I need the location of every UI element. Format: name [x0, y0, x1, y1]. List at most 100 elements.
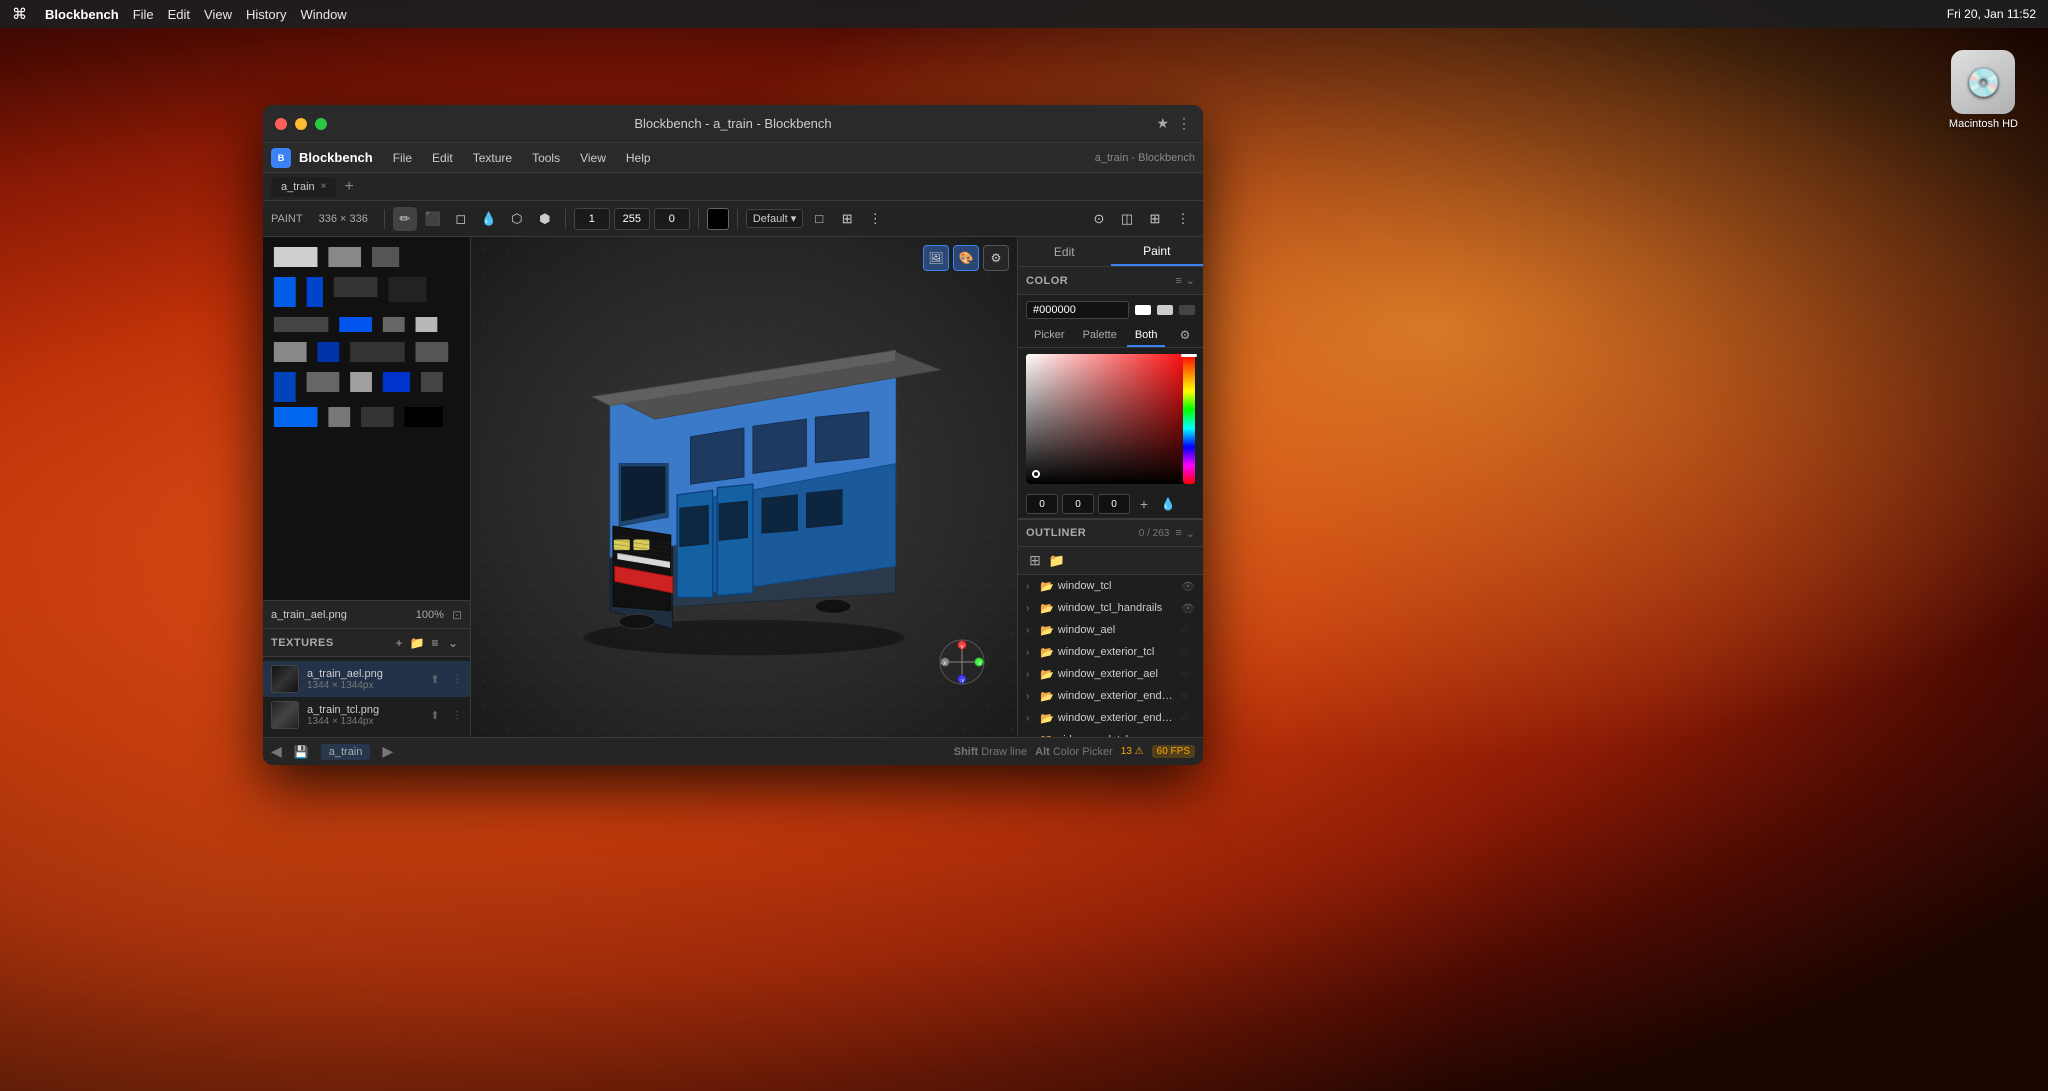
outliner-item-window-exterior-tcl[interactable]: › 📂 window_exterior_tcl ◌	[1018, 641, 1203, 663]
texture-more-tcl[interactable]: ⋮	[452, 710, 462, 721]
tool-eraser-button[interactable]: ◻	[449, 207, 473, 231]
tool-fill-button[interactable]: ⬛	[421, 207, 445, 231]
color-gradient-picker[interactable]	[1026, 354, 1195, 484]
mode-dropdown[interactable]: Default ▾	[746, 209, 803, 228]
visibility-icon[interactable]: ◌	[1181, 712, 1195, 724]
color-tab-palette[interactable]: Palette	[1075, 325, 1125, 347]
outliner-add-button[interactable]: ⊞	[1026, 552, 1044, 570]
color-swatch-gray[interactable]	[1157, 305, 1173, 315]
texture-action-tcl[interactable]: ⬆	[426, 706, 444, 724]
app-menu-tools[interactable]: Tools	[524, 149, 568, 167]
outliner-item-window-tcl-handrails[interactable]: › 📂 window_tcl_handrails 👁	[1018, 597, 1203, 619]
right-tab-edit[interactable]: Edit	[1018, 237, 1111, 266]
visibility-icon[interactable]: ◌	[1181, 624, 1195, 636]
tab-a-train[interactable]: a_train ×	[271, 177, 336, 197]
outliner-item-window-exterior-end-ael[interactable]: › 📂 window_exterior_end_ael ◌	[1018, 707, 1203, 729]
texture-action-ael[interactable]: ⬆	[426, 670, 444, 688]
texture-fit-button[interactable]: ⊡	[452, 608, 462, 622]
menubar-view[interactable]: View	[204, 7, 232, 22]
menubar-file[interactable]: File	[133, 7, 154, 22]
outliner-menu[interactable]: ≡	[1175, 527, 1181, 539]
visibility-icon[interactable]: ◌	[1181, 668, 1195, 680]
visibility-icon[interactable]: 👁	[1181, 602, 1195, 615]
tool-pencil-button[interactable]: ✏	[393, 207, 417, 231]
window-star-icon[interactable]: ★	[1156, 115, 1169, 132]
color-b-input[interactable]	[1098, 494, 1130, 514]
uv-mode-button[interactable]: □	[807, 207, 831, 231]
more-button[interactable]: ⋮	[863, 207, 887, 231]
app-menu-texture[interactable]: Texture	[465, 149, 520, 167]
outliner-item-window-tcl[interactable]: › 📂 window_tcl 👁	[1018, 575, 1203, 597]
color-tab-picker[interactable]: Picker	[1026, 325, 1073, 347]
outliner-item-window-exterior-ael[interactable]: › 📂 window_exterior_ael ◌	[1018, 663, 1203, 685]
window-close-button[interactable]	[275, 118, 287, 130]
color-picker-area[interactable]	[1018, 348, 1203, 490]
app-menu-file[interactable]: File	[385, 149, 420, 167]
color-gear-button[interactable]: ⚙	[1175, 325, 1195, 345]
app-menu-view[interactable]: View	[572, 149, 614, 167]
viewport-settings[interactable]: ⚙	[983, 245, 1009, 271]
tool-dropper-button[interactable]: 💧	[477, 207, 501, 231]
brush-softness-input[interactable]	[654, 208, 690, 230]
window-maximize-button[interactable]	[315, 118, 327, 130]
visibility-icon[interactable]: ◌	[1181, 646, 1195, 658]
tab-close-button[interactable]: ×	[321, 181, 327, 192]
outliner-collapse[interactable]: ⌄	[1186, 527, 1195, 540]
color-add-swatch-button[interactable]: +	[1134, 494, 1154, 514]
tool-mask-button[interactable]: ⬢	[533, 207, 557, 231]
desktop-icon-macintosh-hd[interactable]: 💿 Macintosh HD	[1949, 50, 2018, 130]
color-hex-input[interactable]	[1026, 301, 1129, 319]
brush-opacity-input[interactable]	[614, 208, 650, 230]
texture-canvas[interactable]	[263, 237, 470, 600]
tool-smear-button[interactable]: ⬡	[505, 207, 529, 231]
right-tab-paint[interactable]: Paint	[1111, 237, 1204, 266]
color-swatch-dark[interactable]	[1179, 305, 1195, 315]
viewport-nav-gizmo[interactable]: Y X -Y -X	[937, 637, 987, 687]
viewport-mode-paint[interactable]: 🎨	[953, 245, 979, 271]
textures-folder-button[interactable]: 📁	[408, 634, 426, 652]
app-menu-edit[interactable]: Edit	[424, 149, 461, 167]
color-r-input[interactable]	[1026, 494, 1058, 514]
apple-menu-icon[interactable]: ⌘	[12, 5, 27, 23]
texture-item-tcl[interactable]: a_train_tcl.png 1344 × 1344px ⬆ ⋮	[263, 697, 470, 733]
tab-add-button[interactable]: +	[340, 178, 357, 196]
color-hue-slider[interactable]	[1183, 354, 1195, 484]
menubar-history[interactable]: History	[246, 7, 286, 22]
outliner-folder-add-button[interactable]: 📁	[1048, 552, 1066, 570]
visibility-icon[interactable]: 👁	[1181, 580, 1195, 593]
color-swatch-button[interactable]	[707, 208, 729, 230]
color-gradient-container[interactable]	[1026, 354, 1195, 484]
viewport-mode-texture[interactable]: 🖼	[923, 245, 949, 271]
textures-menu-button[interactable]: ≡	[426, 634, 444, 652]
color-panel-menu[interactable]: ≡	[1175, 275, 1181, 287]
brush-size-input[interactable]	[574, 208, 610, 230]
color-panel-collapse[interactable]: ⌄	[1186, 274, 1195, 287]
texture-item-ael[interactable]: a_train_ael.png 1344 × 1344px ⬆ ⋮	[263, 661, 470, 697]
bottom-next-button[interactable]: ▶	[382, 743, 393, 760]
app-menu-help[interactable]: Help	[618, 149, 659, 167]
more-modes-btn[interactable]: ⋮	[1171, 207, 1195, 231]
window-minimize-button[interactable]	[295, 118, 307, 130]
3d-viewport[interactable]: Y X -Y -X 🖼 🎨 ⚙	[471, 237, 1017, 737]
color-eyedropper-button[interactable]: 💧	[1158, 494, 1178, 514]
visibility-icon[interactable]: ◌	[1181, 690, 1195, 702]
menubar-app-name[interactable]: Blockbench	[45, 7, 119, 22]
outliner-item-window-exterior-end-tcl[interactable]: › 📂 window_exterior_end_tcl ◌	[1018, 685, 1203, 707]
menubar-window[interactable]: Window	[300, 7, 346, 22]
color-tab-both[interactable]: Both	[1127, 325, 1166, 347]
textures-add-button[interactable]: +	[390, 634, 408, 652]
grid-button[interactable]: ⊞	[835, 207, 859, 231]
split-mode-btn[interactable]: ⊞	[1143, 207, 1167, 231]
window-menu-icon[interactable]: ⋮	[1177, 115, 1191, 132]
bottom-prev-button[interactable]: ◀	[271, 743, 282, 760]
outliner-item-side-panel-tcl[interactable]: › 📂 side_panel_tcl ◌	[1018, 729, 1203, 737]
texture-more-ael[interactable]: ⋮	[452, 674, 462, 685]
texture-mode-btn[interactable]: ◫	[1115, 207, 1139, 231]
bottom-save-icon[interactable]: 💾	[294, 745, 309, 759]
textures-collapse-button[interactable]: ⌄	[444, 634, 462, 652]
viewport-mode-btn[interactable]: ⊙	[1087, 207, 1111, 231]
bottom-model-tab[interactable]: a_train	[321, 744, 371, 760]
outliner-item-window-ael[interactable]: › 📂 window_ael ◌	[1018, 619, 1203, 641]
menubar-edit[interactable]: Edit	[168, 7, 190, 22]
color-swatch-white[interactable]	[1135, 305, 1151, 315]
